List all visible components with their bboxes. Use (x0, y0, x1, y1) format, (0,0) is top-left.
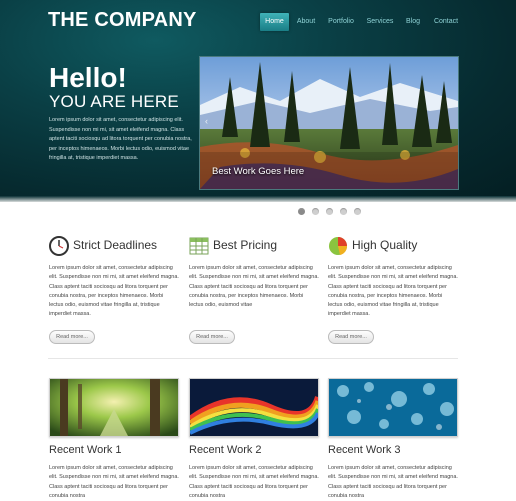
section-divider (48, 358, 458, 359)
slide-caption: Best Work Goes Here (212, 166, 305, 177)
feature-title: Strict Deadlines (73, 238, 158, 252)
slider-dot-2[interactable] (312, 208, 319, 215)
nav-contact[interactable]: Contact (431, 13, 461, 31)
work-thumbnail[interactable] (49, 378, 179, 437)
work-title: Recent Work 1 (49, 444, 122, 456)
feature-title: High Quality (352, 238, 418, 252)
hero-heading: Hello! (49, 62, 127, 93)
hero-subtitle: YOU ARE HERE (49, 92, 179, 111)
slider-dot-1[interactable] (298, 208, 305, 215)
read-more-button[interactable]: Read more... (49, 330, 95, 344)
feature-text: Lorem ipsum dolor sit amet, consectetur … (189, 265, 319, 309)
nav-portfolio[interactable]: Portfolio (326, 13, 356, 31)
clock-icon (49, 236, 69, 256)
work-title: Recent Work 2 (189, 444, 262, 456)
work-title: Recent Work 3 (328, 444, 401, 456)
nav-home[interactable]: Home (260, 13, 289, 31)
forest-path-image (50, 379, 178, 436)
hero-divider (0, 196, 516, 202)
slider-dot-4[interactable] (340, 208, 347, 215)
nav-blog[interactable]: Blog (403, 13, 423, 31)
site-logo[interactable]: THE COMPANY (48, 9, 197, 32)
slider-dot-3[interactable] (326, 208, 333, 215)
nav-about[interactable]: About (292, 13, 320, 31)
read-more-button[interactable]: Read more... (328, 330, 374, 344)
spreadsheet-icon (189, 237, 209, 255)
pie-chart-icon (329, 237, 348, 255)
feature-text: Lorem ipsum dolor sit amet, consectetur … (328, 265, 458, 318)
hero-description: Lorem ipsum dolor sit amet, consectetur … (49, 117, 192, 161)
read-more-button[interactable]: Read more... (189, 330, 235, 344)
abstract-wave-image (190, 379, 318, 436)
slider-prev-arrow[interactable]: ‹ (205, 116, 208, 126)
feature-title: Best Pricing (213, 238, 278, 252)
work-thumbnail[interactable] (189, 378, 319, 437)
bokeh-lights-image (329, 379, 457, 436)
slider-dot-5[interactable] (354, 208, 361, 215)
work-text: Lorem ipsum dolor sit amet, consectetur … (328, 465, 458, 499)
work-text: Lorem ipsum dolor sit amet, consectetur … (189, 465, 319, 499)
feature-text: Lorem ipsum dolor sit amet, consectetur … (49, 265, 179, 318)
work-text: Lorem ipsum dolor sit amet, consectetur … (49, 465, 179, 499)
work-thumbnail[interactable] (328, 378, 458, 437)
nav-services[interactable]: Services (364, 13, 396, 31)
